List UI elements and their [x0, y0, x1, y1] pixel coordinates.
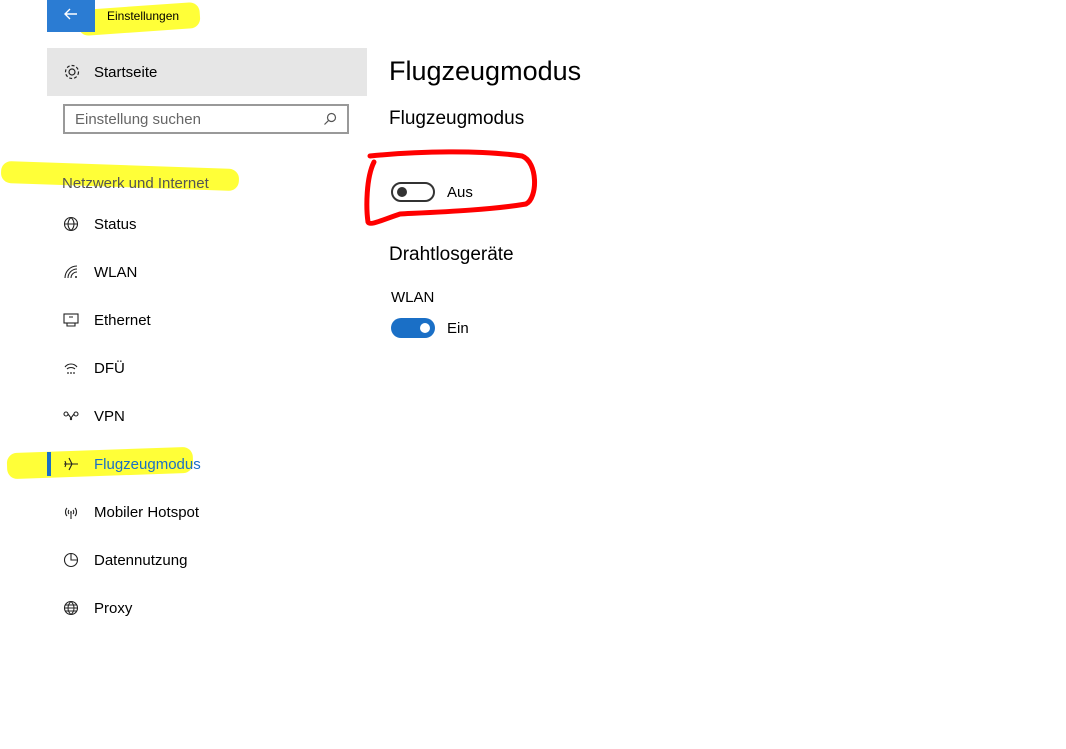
- sidebar-item-wlan[interactable]: WLAN: [47, 252, 367, 292]
- sidebar-item-label: WLAN: [94, 263, 138, 281]
- red-annotation-circle: [364, 149, 538, 226]
- sidebar-item-dfu[interactable]: DFÜ: [47, 348, 367, 388]
- sidebar-item-mobiler-hotspot[interactable]: Mobiler Hotspot: [47, 492, 367, 532]
- section-heading: Netzwerk und Internet: [62, 175, 209, 192]
- sidebar-item-label: VPN: [94, 407, 125, 425]
- airplane-section-heading: Flugzeugmodus: [389, 108, 525, 129]
- sidebar-item-label: Proxy: [94, 599, 133, 617]
- sidebar-item-label: DFÜ: [94, 359, 125, 377]
- home-label: Startseite: [94, 63, 158, 81]
- app-title: Einstellungen: [107, 9, 180, 23]
- search-icon[interactable]: [319, 108, 341, 130]
- sidebar-item-proxy[interactable]: Proxy: [47, 588, 367, 628]
- sidebar-item-vpn[interactable]: VPN: [47, 396, 367, 436]
- back-button[interactable]: [47, 0, 95, 32]
- dialup-icon: [61, 358, 81, 378]
- vpn-icon: [61, 406, 81, 426]
- sidebar-item-flugzeugmodus[interactable]: Flugzeugmodus: [47, 444, 367, 484]
- sidebar-item-label: Datennutzung: [94, 551, 188, 569]
- ethernet-icon: [61, 310, 81, 330]
- wireless-devices-heading: Drahtlosgeräte: [389, 244, 514, 265]
- globe-icon: [61, 598, 81, 618]
- wlan-label: WLAN: [391, 289, 435, 306]
- sidebar-item-ethernet[interactable]: Ethernet: [47, 300, 367, 340]
- sidebar-item-label: Flugzeugmodus: [94, 455, 201, 473]
- wifi-icon: [61, 262, 81, 282]
- page-title: Flugzeugmodus: [389, 56, 582, 86]
- search-input[interactable]: [65, 109, 319, 129]
- search-box: [63, 104, 349, 134]
- home-button[interactable]: Startseite: [47, 48, 367, 96]
- sidebar-item-label: Status: [94, 215, 137, 233]
- globe-status-icon: [61, 214, 81, 234]
- airplane-icon: [61, 454, 81, 474]
- wlan-state: Ein: [447, 320, 469, 337]
- gear-icon: [61, 61, 83, 83]
- toggle-knob: [420, 323, 430, 333]
- pie-chart-icon: [61, 550, 81, 570]
- sidebar-item-label: Mobiler Hotspot: [94, 503, 200, 521]
- sidebar-item-datennutzung[interactable]: Datennutzung: [47, 540, 367, 580]
- hotspot-icon: [61, 502, 81, 522]
- active-indicator: [47, 452, 51, 476]
- back-arrow-icon: [64, 7, 78, 25]
- wlan-toggle[interactable]: [391, 318, 435, 338]
- sidebar-item-label: Ethernet: [94, 311, 151, 329]
- sidebar-item-status[interactable]: Status: [47, 204, 367, 244]
